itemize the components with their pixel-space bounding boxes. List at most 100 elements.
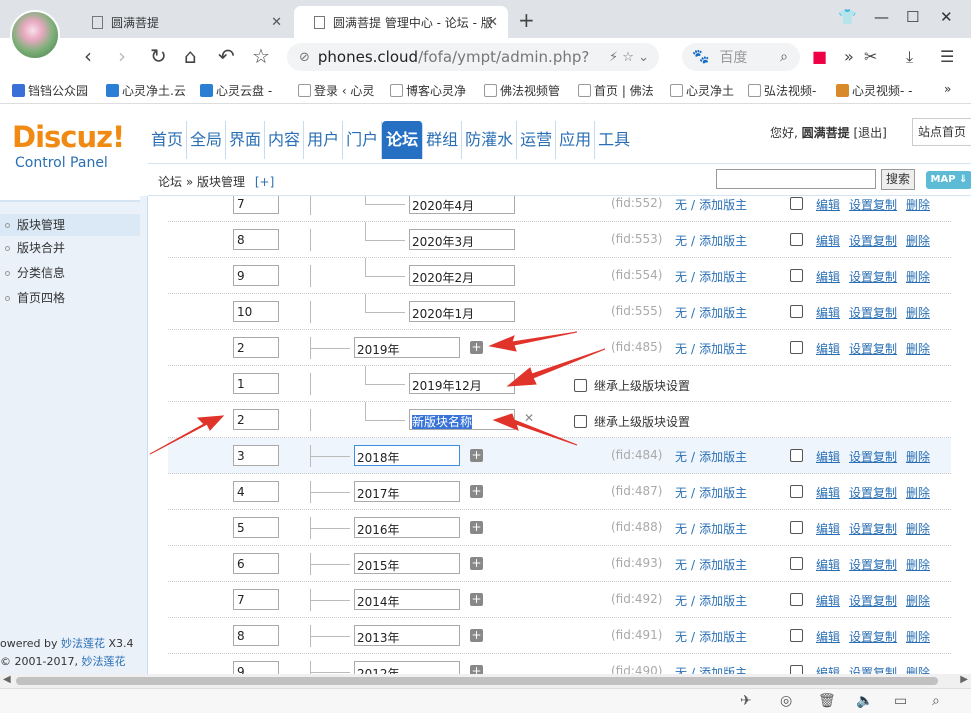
nav-style[interactable]: 界面 — [226, 121, 266, 159]
add-subforum-icon[interactable]: + — [470, 665, 483, 674]
search-icon[interactable]: ⌕ — [780, 49, 788, 65]
delete-link[interactable]: 删除 — [906, 196, 930, 213]
sidebar-item-threadtypes[interactable]: 分类信息 — [5, 264, 65, 281]
display-order-input[interactable]: 7 — [233, 589, 279, 610]
search-box[interactable]: 🐾 百度 ⌕ — [682, 43, 800, 71]
profile-avatar[interactable] — [10, 10, 60, 60]
tab-1[interactable]: 圆满菩提 ✕ — [72, 6, 292, 38]
bookmark[interactable]: 心灵净土 — [670, 82, 734, 99]
delete-link[interactable]: 删除 — [906, 448, 930, 465]
add-moderator-link[interactable]: 添加版主 — [699, 342, 747, 356]
bookmark[interactable]: 心灵净土.云 — [106, 82, 186, 99]
inherit-settings-checkbox[interactable]: 继承上级版块设置 — [574, 377, 690, 394]
scroll-left-icon[interactable]: ◀ — [3, 674, 11, 685]
trash-icon[interactable]: 🗑 — [818, 693, 836, 709]
inherit-settings-checkbox[interactable]: 继承上级版块设置 — [574, 413, 690, 430]
add-subforum-icon[interactable]: + — [470, 341, 483, 354]
add-moderator-link[interactable]: 添加版主 — [699, 306, 747, 320]
horizontal-scrollbar[interactable]: ◀ ▶ — [0, 674, 971, 688]
nav-home[interactable]: 首页 — [148, 121, 188, 159]
nav-tools[interactable]: 工具 — [595, 121, 633, 159]
tab-2-active[interactable]: 圆满菩提 管理中心 - 论坛 - 版 ✕ — [294, 6, 508, 38]
search-button[interactable]: 搜索 — [881, 169, 915, 190]
speed-icon[interactable]: ◎ — [780, 693, 792, 709]
nav-forum[interactable]: 论坛 — [382, 121, 424, 159]
bookmark[interactable]: 佛法视频管 — [484, 82, 560, 99]
display-order-input[interactable]: 5 — [233, 517, 279, 538]
select-checkbox[interactable] — [790, 629, 803, 642]
bookmark[interactable]: 铛铛公众园 — [12, 82, 88, 99]
forward-icon[interactable]: › — [118, 44, 126, 68]
select-checkbox[interactable] — [790, 449, 803, 462]
menu-icon[interactable]: ☰ — [940, 47, 954, 66]
display-order-input[interactable]: 9 — [233, 265, 279, 286]
window-icon[interactable]: ▭ — [894, 693, 907, 709]
forum-name-input[interactable]: 2012年 — [354, 661, 460, 674]
back-icon[interactable]: ‹ — [84, 44, 92, 68]
add-moderator-link[interactable]: 添加版主 — [699, 666, 747, 674]
sidebar-item-grid[interactable]: 首页四格 — [5, 289, 65, 306]
edit-link[interactable]: 编辑 — [816, 556, 840, 573]
sidebar-item-forum-merge[interactable]: 版块合并 — [5, 239, 65, 256]
forum-name-input[interactable]: 2013年 — [354, 625, 460, 646]
new-tab-icon[interactable]: + — [518, 8, 535, 32]
shirt-icon[interactable]: 👕 — [838, 8, 857, 26]
nav-apps[interactable]: 应用 — [556, 121, 596, 159]
delete-link[interactable]: 删除 — [906, 484, 930, 501]
forum-name-input[interactable]: 2017年 — [354, 481, 460, 502]
close-icon[interactable]: ✕ — [271, 15, 282, 30]
add-moderator-link[interactable]: 添加版主 — [699, 486, 747, 500]
add-subforum-icon[interactable]: + — [470, 557, 483, 570]
bookmark[interactable]: 登录 ‹ 心灵 — [298, 82, 374, 99]
display-order-input[interactable]: 2 — [233, 409, 279, 430]
display-order-input[interactable]: 10 — [233, 301, 279, 322]
display-order-input[interactable]: 8 — [233, 625, 279, 646]
delete-link[interactable]: 删除 — [906, 592, 930, 609]
breadcrumb-add[interactable]: [+] — [255, 175, 274, 189]
copy-settings-link[interactable]: 设置复制 — [849, 484, 897, 501]
menu-search-input[interactable] — [716, 169, 876, 189]
add-subforum-icon[interactable]: + — [470, 449, 483, 462]
edit-link[interactable]: 编辑 — [816, 268, 840, 285]
site-home-button[interactable]: 站点首页 — [912, 118, 971, 146]
add-moderator-link[interactable]: 添加版主 — [699, 198, 747, 212]
reload-icon[interactable]: ↻ — [150, 44, 167, 68]
nav-content[interactable]: 内容 — [265, 121, 305, 159]
forum-name-input[interactable]: 2015年 — [354, 553, 460, 574]
more-bookmarks-icon[interactable]: » — [944, 82, 951, 96]
rocket-icon[interactable]: ✈ — [740, 693, 752, 709]
select-checkbox[interactable] — [790, 665, 803, 674]
select-checkbox[interactable] — [790, 305, 803, 318]
add-moderator-link[interactable]: 添加版主 — [699, 234, 747, 248]
map-button[interactable]: MAP ⇓ — [926, 171, 971, 189]
add-moderator-link[interactable]: 添加版主 — [699, 558, 747, 572]
select-checkbox[interactable] — [790, 521, 803, 534]
display-order-input[interactable]: 9 — [233, 661, 279, 674]
edit-link[interactable]: 编辑 — [816, 196, 840, 213]
address-bar[interactable]: ⊘ phones.cloud/fofa/ympt/admin.php? ⚡ ☆ … — [287, 43, 659, 71]
delete-link[interactable]: 删除 — [906, 268, 930, 285]
copy-settings-link[interactable]: 设置复制 — [849, 664, 897, 674]
select-checkbox[interactable] — [790, 557, 803, 570]
forum-name-input[interactable]: 2020年2月 — [409, 265, 515, 286]
edit-link[interactable]: 编辑 — [816, 484, 840, 501]
edit-link[interactable]: 编辑 — [816, 232, 840, 249]
bookmark[interactable]: 心灵云盘 - — [200, 82, 272, 99]
home-icon[interactable]: ⌂ — [184, 44, 197, 68]
nav-user[interactable]: 用户 — [304, 121, 344, 159]
delete-link[interactable]: 删除 — [906, 520, 930, 537]
powered-link[interactable]: 妙法莲花 — [61, 637, 105, 650]
breadcrumb-root[interactable]: 论坛 — [158, 175, 182, 189]
display-order-input[interactable]: 3 — [233, 445, 279, 466]
add-moderator-link[interactable]: 添加版主 — [699, 450, 747, 464]
delete-link[interactable]: 删除 — [906, 340, 930, 357]
edit-link[interactable]: 编辑 — [816, 664, 840, 674]
nav-group[interactable]: 群组 — [423, 121, 463, 159]
add-subforum-icon[interactable]: + — [470, 629, 483, 642]
nav-global[interactable]: 全局 — [187, 121, 227, 159]
edit-link[interactable]: 编辑 — [816, 592, 840, 609]
delete-link[interactable]: 删除 — [906, 304, 930, 321]
scrollbar-thumb[interactable] — [16, 677, 938, 685]
select-checkbox[interactable] — [790, 341, 803, 354]
add-moderator-link[interactable]: 添加版主 — [699, 630, 747, 644]
